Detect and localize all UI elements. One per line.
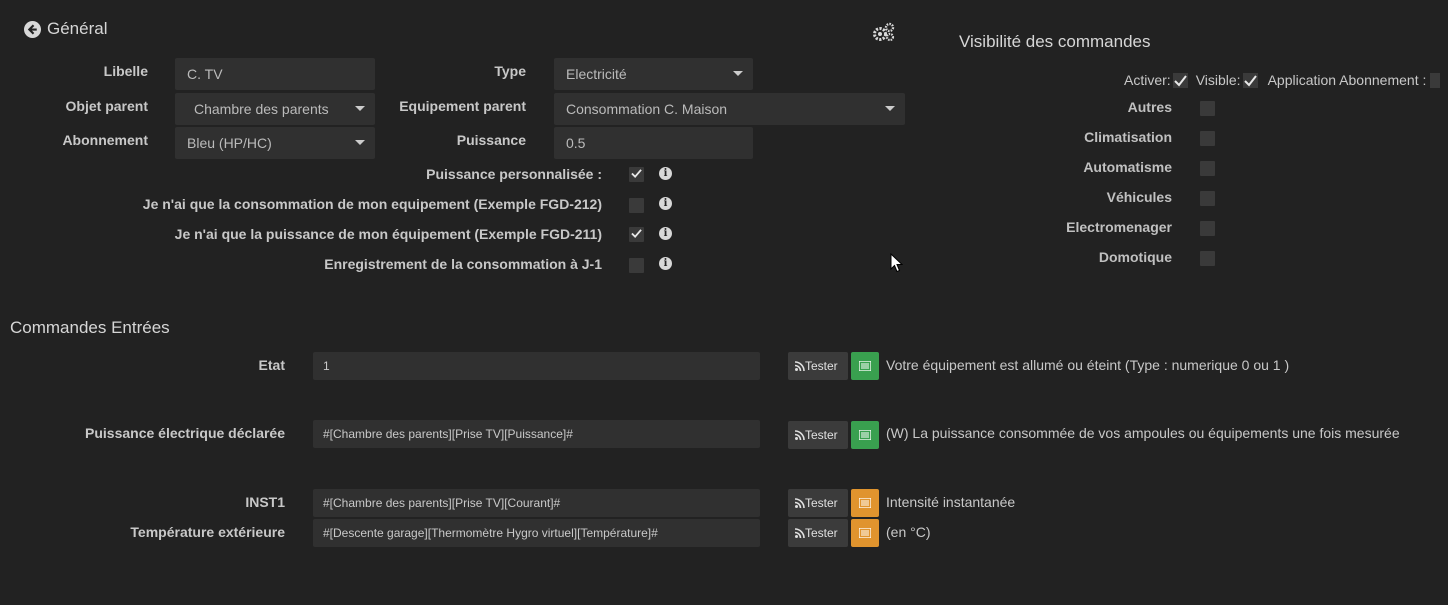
application-abonnement-checkbox[interactable] bbox=[1430, 72, 1441, 88]
list-icon bbox=[859, 430, 871, 440]
tester-button[interactable]: Tester bbox=[788, 519, 848, 547]
command-label: Température extérieure bbox=[130, 524, 285, 540]
tester-label: Tester bbox=[805, 496, 838, 510]
option-checkbox[interactable] bbox=[629, 167, 644, 182]
list-icon bbox=[859, 528, 871, 538]
activer-row: Activer: Visible: Application Abonnement… bbox=[1124, 71, 1441, 89]
mouse-cursor-icon bbox=[890, 253, 903, 273]
category-label: Véhicules bbox=[1106, 189, 1172, 205]
option-label: Puissance personnalisée : bbox=[426, 166, 602, 182]
command-description: (en °C) bbox=[886, 524, 931, 540]
checkmark-icon bbox=[631, 229, 642, 239]
category-label: Automatisme bbox=[1083, 159, 1172, 175]
option-checkbox[interactable] bbox=[629, 227, 644, 242]
chevron-down-icon bbox=[355, 106, 365, 111]
checkmark-icon bbox=[631, 169, 642, 179]
abonnement-value: Bleu (HP/HC) bbox=[187, 135, 272, 151]
list-button[interactable] bbox=[851, 489, 879, 517]
category-checkbox[interactable] bbox=[1200, 161, 1215, 176]
info-icon[interactable]: i bbox=[659, 227, 672, 240]
equipement-parent-value: Consommation C. Maison bbox=[566, 101, 728, 117]
command-input[interactable]: #[Descente garage][Thermomètre Hygro vir… bbox=[313, 519, 760, 547]
libelle-input[interactable]: C. TV bbox=[175, 58, 375, 90]
list-button[interactable] bbox=[851, 421, 879, 449]
command-description: (W) La puissance consommée de vos ampoul… bbox=[886, 425, 1400, 441]
libelle-value: C. TV bbox=[187, 66, 223, 82]
command-input[interactable]: 1 bbox=[313, 352, 760, 380]
type-select[interactable]: Electricité bbox=[554, 58, 753, 90]
equipement-parent-label: Equipement parent bbox=[399, 98, 526, 114]
activer-label: Activer: bbox=[1124, 72, 1171, 88]
category-checkbox[interactable] bbox=[1200, 221, 1215, 236]
tester-button[interactable]: Tester bbox=[788, 489, 848, 517]
category-checkbox[interactable] bbox=[1200, 251, 1215, 266]
command-value: #[Descente garage][Thermomètre Hygro vir… bbox=[323, 526, 658, 540]
tester-button[interactable]: Tester bbox=[788, 421, 848, 449]
info-icon[interactable]: i bbox=[659, 197, 672, 210]
chevron-down-icon bbox=[733, 71, 743, 76]
list-icon bbox=[859, 361, 871, 371]
category-checkbox[interactable] bbox=[1200, 131, 1215, 146]
category-checkbox[interactable] bbox=[1200, 191, 1215, 206]
tester-label: Tester bbox=[805, 428, 838, 442]
objet-parent-label: Objet parent bbox=[65, 98, 148, 114]
command-label: INST1 bbox=[245, 494, 285, 510]
category-label: Climatisation bbox=[1084, 129, 1172, 145]
chevron-down-icon bbox=[885, 106, 895, 111]
command-value: #[Chambre des parents][Prise TV][Puissan… bbox=[323, 427, 573, 441]
category-label: Autres bbox=[1127, 99, 1172, 115]
visible-checkbox[interactable] bbox=[1242, 72, 1258, 88]
tester-label: Tester bbox=[805, 359, 838, 373]
objet-parent-value: Chambre des parents bbox=[194, 101, 329, 117]
tester-label: Tester bbox=[805, 526, 838, 540]
option-checkbox[interactable] bbox=[629, 198, 644, 213]
list-button[interactable] bbox=[851, 519, 879, 547]
command-value: #[Chambre des parents][Prise TV][Courant… bbox=[323, 496, 561, 510]
gears-icon[interactable] bbox=[872, 22, 896, 42]
visibility-title: Visibilité des commandes bbox=[959, 32, 1151, 51]
category-label: Electromenager bbox=[1066, 219, 1172, 235]
info-icon[interactable]: i bbox=[659, 257, 672, 270]
back-link[interactable]: Général bbox=[24, 18, 107, 40]
option-checkbox[interactable] bbox=[629, 258, 644, 273]
puissance-input[interactable]: 0.5 bbox=[554, 127, 753, 159]
command-input[interactable]: #[Chambre des parents][Prise TV][Courant… bbox=[313, 489, 760, 517]
page-title: Général bbox=[47, 19, 108, 38]
rss-icon bbox=[794, 528, 805, 539]
rss-icon bbox=[794, 430, 805, 441]
list-icon bbox=[859, 498, 871, 508]
category-checkbox[interactable] bbox=[1200, 101, 1215, 116]
list-button[interactable] bbox=[851, 352, 879, 380]
command-label: Etat bbox=[258, 357, 285, 373]
option-label: Je n'ai que la consommation de mon equip… bbox=[142, 196, 602, 212]
puissance-value: 0.5 bbox=[566, 135, 586, 151]
commands-title: Commandes Entrées bbox=[10, 318, 170, 337]
arrow-left-circle-icon bbox=[24, 20, 41, 38]
libelle-label: Libelle bbox=[103, 63, 148, 79]
abonnement-label: Abonnement bbox=[62, 132, 148, 148]
type-label: Type bbox=[494, 63, 526, 79]
command-value: 1 bbox=[323, 359, 330, 373]
equipement-parent-select[interactable]: Consommation C. Maison bbox=[554, 93, 905, 125]
rss-icon bbox=[794, 498, 805, 509]
objet-parent-select[interactable]: Chambre des parents bbox=[175, 93, 375, 125]
option-label: Je n'ai que la puissance de mon équipeme… bbox=[174, 226, 602, 242]
activer-checkbox[interactable] bbox=[1172, 72, 1188, 88]
type-value: Electricité bbox=[566, 66, 627, 82]
command-description: Intensité instantanée bbox=[886, 494, 1016, 510]
command-description: Votre équipement est allumé ou éteint (T… bbox=[886, 357, 1290, 373]
info-icon[interactable]: i bbox=[659, 167, 672, 180]
command-label: Puissance électrique déclarée bbox=[85, 425, 285, 441]
option-label: Enregistrement de la consommation à J-1 bbox=[324, 256, 602, 272]
application-abonnement-label: Application Abonnement : bbox=[1267, 72, 1427, 88]
rss-icon bbox=[794, 361, 805, 372]
puissance-label: Puissance bbox=[456, 132, 526, 148]
category-label: Domotique bbox=[1098, 249, 1172, 265]
tester-button[interactable]: Tester bbox=[788, 352, 848, 380]
visible-label: Visible: bbox=[1195, 72, 1241, 88]
chevron-down-icon bbox=[355, 140, 365, 145]
abonnement-select[interactable]: Bleu (HP/HC) bbox=[175, 127, 375, 159]
command-input[interactable]: #[Chambre des parents][Prise TV][Puissan… bbox=[313, 420, 760, 448]
